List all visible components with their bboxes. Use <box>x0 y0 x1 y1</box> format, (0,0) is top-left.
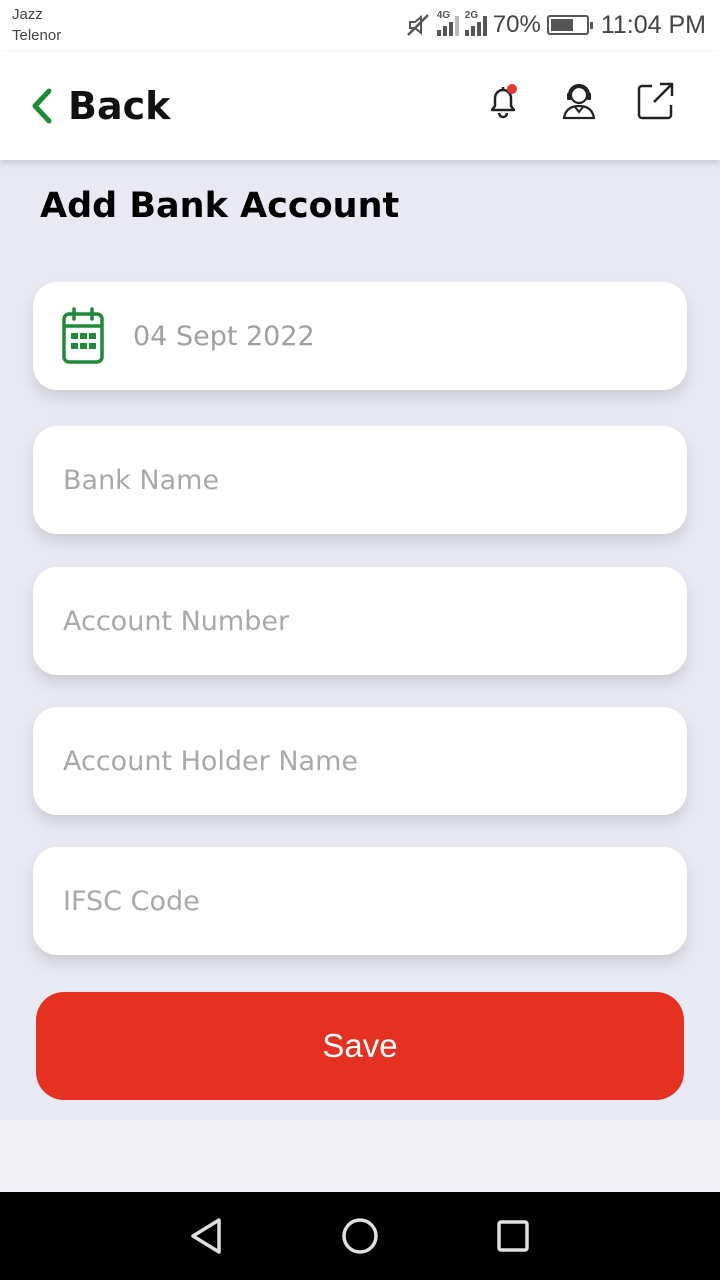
battery-percent: 70% <box>492 11 541 38</box>
account-holder-field <box>33 707 687 815</box>
app-header: Back <box>0 52 720 160</box>
carrier-2: Telenor <box>12 27 62 44</box>
date-field[interactable]: 04 Sept 2022 <box>33 282 687 390</box>
notification-bell-icon[interactable] <box>482 80 524 122</box>
save-button[interactable]: Save <box>36 992 684 1100</box>
status-bar: Jazz Telenor 4G 2G 70% 11:04 PM <box>0 0 720 52</box>
support-agent-icon[interactable] <box>558 80 600 122</box>
battery-icon <box>546 15 593 35</box>
page-title: Add Bank Account <box>40 186 400 226</box>
back-label: Back <box>68 84 171 128</box>
bank-name-field <box>33 426 687 534</box>
back-button[interactable]: Back <box>30 84 170 128</box>
ifsc-code-input[interactable] <box>63 885 687 917</box>
carrier-names: Jazz Telenor <box>12 4 61 46</box>
account-number-input[interactable] <box>63 605 687 637</box>
clock: 11:04 PM <box>600 10 706 39</box>
bank-name-input[interactable] <box>63 464 687 496</box>
recents-square-icon[interactable] <box>493 1216 533 1256</box>
mute-icon <box>406 14 429 36</box>
form-content: Add Bank Account 04 Sept 2022 Save <box>0 160 720 1120</box>
account-holder-name-input[interactable] <box>63 745 687 777</box>
carrier-1: Jazz <box>12 6 43 23</box>
back-triangle-icon[interactable] <box>187 1216 227 1256</box>
system-nav-bar <box>0 1192 720 1280</box>
calendar-icon <box>62 307 104 364</box>
date-value: 04 Sept 2022 <box>133 320 315 352</box>
chevron-left-icon <box>32 88 52 124</box>
external-link-icon[interactable] <box>634 80 676 122</box>
home-circle-icon[interactable] <box>340 1216 380 1256</box>
status-icons: 4G 2G 70% 11:04 PM <box>405 8 706 42</box>
account-number-field <box>33 567 687 675</box>
signal-2g-icon: 2G <box>464 10 487 36</box>
ifsc-field <box>33 847 687 955</box>
signal-4g-icon: 4G <box>436 10 459 36</box>
header-actions <box>482 80 676 122</box>
